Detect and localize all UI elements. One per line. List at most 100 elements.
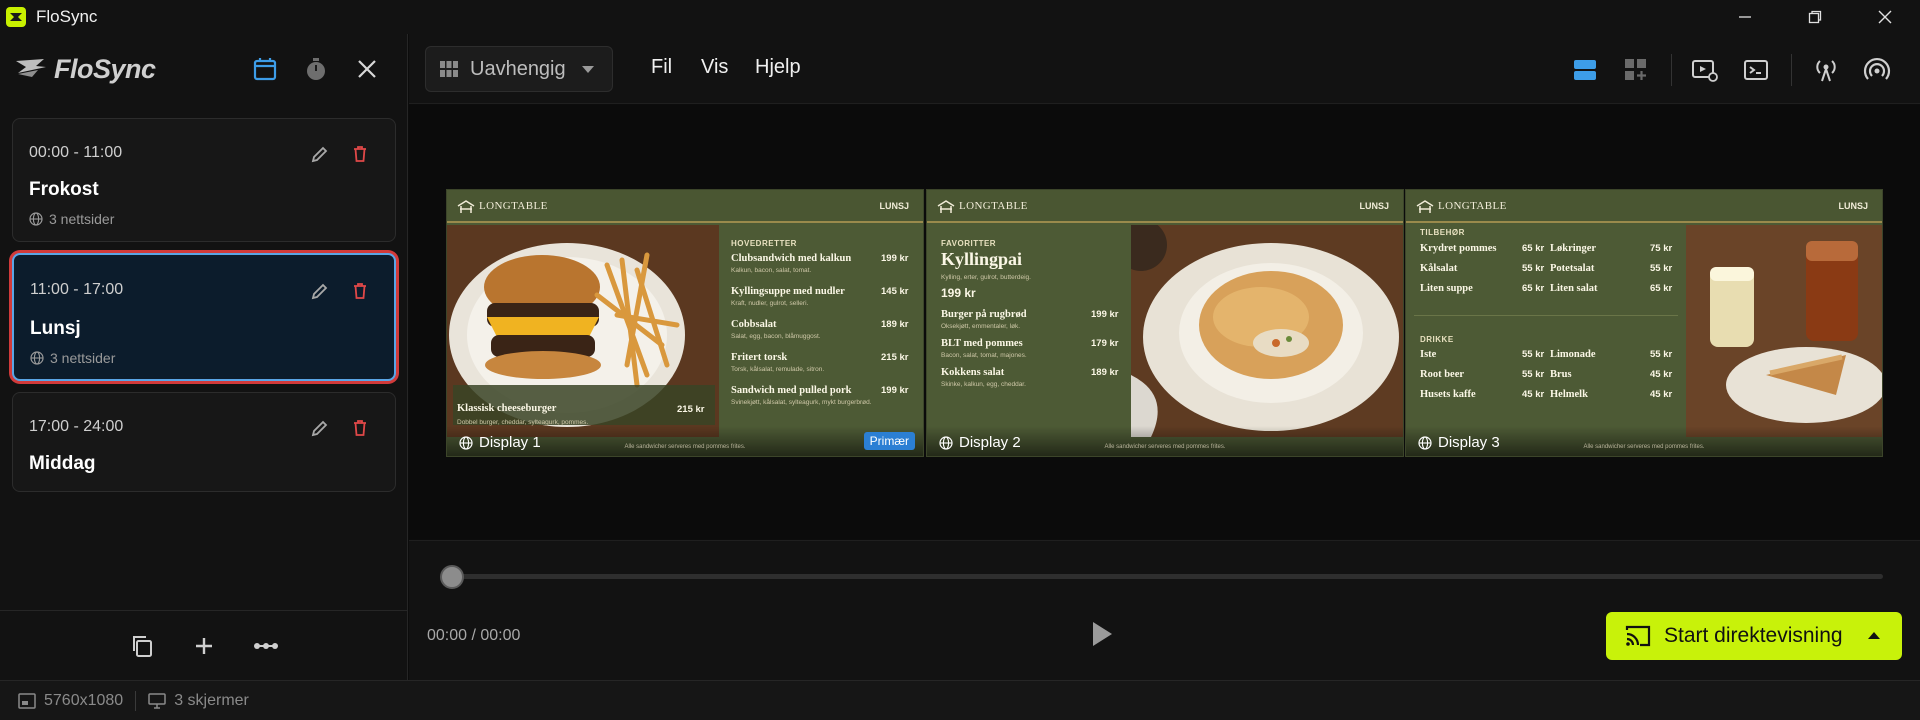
schedule-card-breakfast[interactable]: 00:00 - 11:00 Frokost 3 nettsider — [12, 118, 396, 242]
primary-badge: Primær — [863, 432, 915, 450]
schedule-card-dinner[interactable]: 17:00 - 24:00 Middag — [12, 392, 396, 492]
menu-brand: LONGTABLE — [959, 199, 1028, 212]
display-preview-area: LONGTABLE LUNSJ Klassisk cheeseburger 21… — [409, 105, 1920, 539]
edit-schedule-button[interactable] — [307, 141, 333, 167]
schedule-time: 11:00 - 17:00 — [30, 281, 124, 298]
display-label: Display 1 — [459, 434, 541, 451]
cast-icon — [1625, 625, 1651, 647]
timeline-scrubber[interactable] — [440, 565, 464, 589]
menu-item-name: Burger på rugbrød — [941, 309, 1027, 320]
drinks-image — [1686, 225, 1882, 437]
menu-item-name: Fritert torsk — [731, 352, 788, 363]
list-view-button[interactable] — [1569, 54, 1601, 86]
display-card-1[interactable]: LONGTABLE LUNSJ Klassisk cheeseburger 21… — [446, 189, 924, 457]
drink-item-name: Brus — [1550, 369, 1572, 380]
featured-item-desc: Dobbel burger, cheddar, sylteagurk, pomm… — [457, 419, 589, 426]
more-options-button[interactable] — [250, 630, 282, 662]
grid-add-icon — [1625, 59, 1646, 80]
caret-up-icon — [1868, 632, 1880, 639]
minimize-button[interactable] — [1710, 0, 1780, 34]
brand-logo: FloSync — [14, 54, 156, 85]
menu-brand: LONGTABLE — [479, 199, 548, 212]
resolution-value: 5760x1080 — [44, 691, 124, 709]
menu-item-name: BLT med pommes — [941, 338, 1023, 349]
side-item-name: Løkringer — [1550, 243, 1597, 254]
menu-view[interactable]: Vis — [701, 56, 728, 79]
pencil-icon — [311, 420, 328, 437]
layout-mode-select[interactable]: Uavhengig — [425, 46, 613, 92]
hero-item-name: Kyllingpai — [941, 249, 1023, 269]
chicken-pie-photo — [1115, 219, 1403, 437]
side-item-price: 55 kr — [1650, 263, 1673, 274]
display-card-2[interactable]: LONGTABLE LUNSJ FAVORITTER Kyllingpai Ky… — [926, 189, 1404, 457]
display-card-3[interactable]: LONGTABLE LUNSJ TILBEHØR Krydret pommes … — [1405, 189, 1883, 457]
close-panel-button[interactable] — [352, 54, 382, 84]
play-icon — [1093, 622, 1112, 646]
menu-file[interactable]: Fil — [651, 56, 672, 79]
duplicate-button[interactable] — [126, 630, 158, 662]
drink-item-name: Helmelk — [1550, 389, 1588, 400]
delete-schedule-button[interactable] — [347, 415, 373, 441]
calendar-view-button[interactable] — [250, 54, 280, 84]
menu-help[interactable]: Hjelp — [755, 56, 801, 79]
delete-schedule-button[interactable] — [347, 278, 373, 304]
resolution-icon — [18, 692, 36, 709]
menu-item-price: 179 kr — [1091, 338, 1119, 349]
menu-tag: LUNSJ — [879, 201, 909, 211]
menu-section-title: HOVEDRETTER — [731, 239, 797, 248]
close-icon — [1878, 10, 1892, 24]
edit-schedule-button[interactable] — [307, 278, 333, 304]
longtable-logo-icon — [1416, 200, 1434, 213]
title-bar: FloSync — [0, 0, 1920, 34]
caret-down-icon — [582, 66, 594, 73]
add-schedule-button[interactable] — [188, 630, 220, 662]
console-button[interactable] — [1740, 54, 1772, 86]
schedule-card-lunch[interactable]: 11:00 - 17:00 Lunsj 3 nettsider — [12, 253, 396, 381]
signal-icon — [1863, 57, 1891, 80]
schedule-name: Middag — [29, 453, 96, 474]
brand-name: FloSync — [54, 53, 156, 84]
start-live-button[interactable]: Start direktevisning — [1606, 612, 1902, 660]
grid-view-button[interactable] — [1620, 54, 1652, 86]
longtable-logo-icon — [937, 200, 955, 213]
menu-item-desc: Oksekjøtt, emmentaler, løk. — [941, 323, 1021, 330]
broadcast-button[interactable] — [1810, 54, 1842, 86]
preview-settings-button[interactable] — [1689, 54, 1721, 86]
play-button[interactable] — [1085, 617, 1119, 651]
rows-view-icon — [1574, 60, 1596, 80]
schedule-sites-count: 3 nettsider — [49, 211, 115, 227]
drinks-photo — [1686, 225, 1882, 437]
display-name: Display 2 — [959, 434, 1021, 451]
menu-tag: LUNSJ — [1838, 201, 1868, 211]
pencil-icon — [311, 283, 328, 300]
schedule-time: 17:00 - 24:00 — [29, 418, 124, 435]
edit-schedule-button[interactable] — [307, 415, 333, 441]
trash-icon — [354, 283, 366, 299]
cast-receiver-button[interactable] — [1861, 54, 1893, 86]
longtable-logo-icon — [457, 200, 475, 213]
menu-item-price: 215 kr — [881, 352, 909, 363]
close-window-button[interactable] — [1850, 0, 1920, 34]
side-item-name: Krydret pommes — [1420, 243, 1497, 254]
toolbar: Uavhengig Fil Vis Hjelp — [409, 34, 1920, 104]
delete-schedule-button[interactable] — [347, 141, 373, 167]
timeline-track[interactable] — [453, 574, 1883, 579]
minimize-icon — [1739, 16, 1751, 18]
timer-view-button[interactable] — [301, 54, 331, 84]
side-item-price: 65 kr — [1650, 283, 1673, 294]
globe-icon — [30, 351, 44, 365]
schedule-name: Lunsj — [30, 318, 81, 339]
side-item-price: 75 kr — [1650, 243, 1673, 254]
menu-list: TILBEHØR Krydret pommes 65 kr Løkringer … — [1406, 225, 1686, 437]
display-name: Display 1 — [479, 434, 541, 451]
globe-icon — [29, 212, 43, 226]
menu-item-desc: Kalkun, bacon, salat, tomat. — [731, 267, 812, 274]
globe-icon — [1418, 435, 1432, 450]
close-icon — [358, 60, 376, 78]
drink-item-price: 45 kr — [1650, 389, 1673, 400]
drink-item-name: Husets kaffe — [1420, 389, 1476, 400]
grid-layout-icon — [440, 61, 458, 77]
trash-icon — [354, 146, 366, 162]
more-dots-icon — [254, 642, 278, 649]
restore-button[interactable] — [1780, 0, 1850, 34]
